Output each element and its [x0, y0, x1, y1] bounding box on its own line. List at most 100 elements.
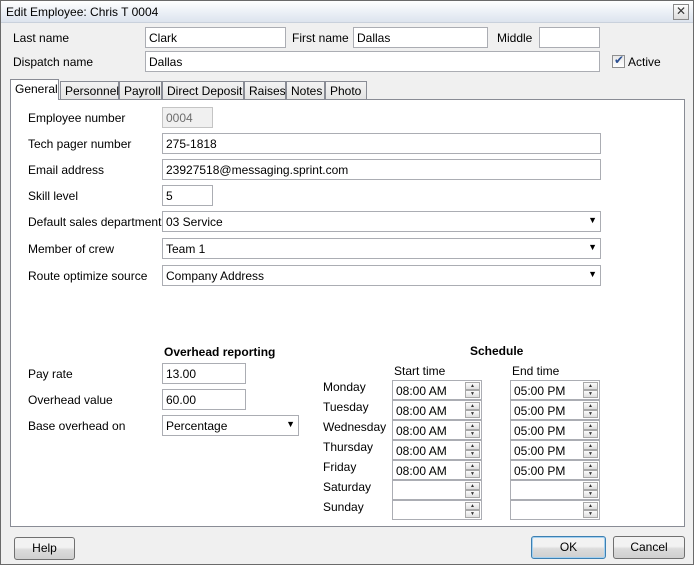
spin-buttons: ▲ ▼	[583, 442, 598, 458]
spin-buttons: ▲ ▼	[583, 422, 598, 438]
start-time-value: 08:00 AM	[396, 464, 447, 478]
spin-down-icon[interactable]: ▼	[465, 470, 480, 478]
spin-up-icon[interactable]: ▲	[583, 422, 598, 430]
chevron-down-icon: ▼	[588, 242, 597, 252]
pay-rate-input[interactable]: 13.00	[162, 363, 246, 384]
base-overhead-label: Base overhead on	[28, 419, 126, 433]
start-time-spinner[interactable]: 08:00 AM ▲ ▼	[392, 440, 482, 460]
spin-up-icon[interactable]: ▲	[465, 462, 480, 470]
spin-down-icon[interactable]: ▼	[583, 470, 598, 478]
spin-down-icon[interactable]: ▼	[465, 510, 480, 518]
spin-up-icon[interactable]: ▲	[583, 482, 598, 490]
skill-level-input[interactable]: 5	[162, 185, 213, 206]
crew-value: Team 1	[166, 242, 206, 256]
spin-up-icon[interactable]: ▲	[465, 482, 480, 490]
overhead-value-input[interactable]: 60.00	[162, 389, 246, 410]
last-name-input[interactable]: Clark	[145, 27, 286, 48]
tab-direct-deposit[interactable]: Direct Deposit	[162, 81, 244, 100]
start-time-spinner[interactable]: 08:00 AM ▲ ▼	[392, 380, 482, 400]
spin-buttons: ▲ ▼	[465, 382, 480, 398]
spin-up-icon[interactable]: ▲	[583, 382, 598, 390]
base-overhead-select[interactable]: Percentage ▼	[162, 415, 299, 436]
start-time-spinner[interactable]: ▲ ▼	[392, 500, 482, 520]
spin-down-icon[interactable]: ▼	[465, 450, 480, 458]
end-time-spinner[interactable]: 05:00 PM ▲ ▼	[510, 420, 600, 440]
title-bar: Edit Employee: Chris T 0004 ✕	[1, 1, 693, 23]
start-time-spinner[interactable]: ▲ ▼	[392, 480, 482, 500]
start-time-value: 08:00 AM	[396, 384, 447, 398]
spin-up-icon[interactable]: ▲	[583, 502, 598, 510]
active-label: Active	[628, 55, 661, 69]
spin-up-icon[interactable]: ▲	[465, 422, 480, 430]
tab-photo[interactable]: Photo	[325, 81, 367, 100]
spin-buttons: ▲ ▼	[465, 462, 480, 478]
spin-up-icon[interactable]: ▲	[465, 382, 480, 390]
end-time-value: 05:00 PM	[514, 384, 566, 398]
tab-personnel[interactable]: Personnel	[60, 81, 119, 100]
end-time-spinner[interactable]: 05:00 PM ▲ ▼	[510, 460, 600, 480]
tab-payroll[interactable]: Payroll	[119, 81, 162, 100]
spin-down-icon[interactable]: ▼	[465, 390, 480, 398]
employee-number-input: 0004	[162, 107, 213, 128]
spin-buttons: ▲ ▼	[465, 482, 480, 498]
schedule-day-label: Wednesday	[323, 420, 387, 434]
start-time-spinner[interactable]: 08:00 AM ▲ ▼	[392, 420, 482, 440]
dispatch-name-label: Dispatch name	[13, 55, 94, 69]
close-icon[interactable]: ✕	[673, 4, 689, 20]
schedule-day-label: Thursday	[323, 440, 374, 454]
pager-input[interactable]: 275-1818	[162, 133, 601, 154]
spin-down-icon[interactable]: ▼	[583, 490, 598, 498]
first-name-input[interactable]: Dallas	[353, 27, 488, 48]
spin-buttons: ▲ ▼	[465, 502, 480, 518]
ok-button[interactable]: OK	[531, 536, 606, 559]
pager-label: Tech pager number	[28, 137, 132, 151]
end-time-value: 05:00 PM	[514, 444, 566, 458]
spin-up-icon[interactable]: ▲	[465, 402, 480, 410]
spin-up-icon[interactable]: ▲	[465, 502, 480, 510]
start-time-value: 08:00 AM	[396, 404, 447, 418]
end-time-spinner[interactable]: 05:00 PM ▲ ▼	[510, 440, 600, 460]
spin-buttons: ▲ ▼	[583, 502, 598, 518]
spin-down-icon[interactable]: ▼	[465, 490, 480, 498]
sales-dept-select[interactable]: 03 Service ▼	[162, 211, 601, 232]
spin-up-icon[interactable]: ▲	[583, 442, 598, 450]
end-time-spinner[interactable]: 05:00 PM ▲ ▼	[510, 400, 600, 420]
crew-select[interactable]: Team 1 ▼	[162, 238, 601, 259]
spin-down-icon[interactable]: ▼	[583, 510, 598, 518]
tab-general[interactable]: General	[10, 79, 59, 100]
email-label: Email address	[28, 163, 105, 177]
spin-buttons: ▲ ▼	[583, 482, 598, 498]
base-overhead-value: Percentage	[166, 419, 228, 433]
help-button[interactable]: Help	[14, 537, 75, 560]
active-checkbox[interactable]: ✔	[612, 53, 625, 68]
tab-raises[interactable]: Raises	[244, 81, 286, 100]
spin-down-icon[interactable]: ▼	[465, 410, 480, 418]
spin-down-icon[interactable]: ▼	[583, 450, 598, 458]
dispatch-name-input[interactable]: Dallas	[145, 51, 600, 72]
spin-down-icon[interactable]: ▼	[583, 390, 598, 398]
last-name-label: Last name	[13, 31, 70, 45]
end-time-spinner[interactable]: ▲ ▼	[510, 480, 600, 500]
start-time-spinner[interactable]: 08:00 AM ▲ ▼	[392, 460, 482, 480]
start-time-value: 08:00 AM	[396, 444, 447, 458]
cancel-button[interactable]: Cancel	[613, 536, 685, 559]
start-time-spinner[interactable]: 08:00 AM ▲ ▼	[392, 400, 482, 420]
spin-down-icon[interactable]: ▼	[583, 430, 598, 438]
edit-employee-window: Edit Employee: Chris T 0004 ✕ Last name …	[0, 0, 694, 565]
pay-rate-label: Pay rate	[28, 367, 73, 381]
schedule-day-label: Friday	[323, 460, 357, 474]
spin-up-icon[interactable]: ▲	[465, 442, 480, 450]
email-input[interactable]: 23927518@messaging.sprint.com	[162, 159, 601, 180]
spin-up-icon[interactable]: ▲	[583, 462, 598, 470]
end-time-spinner[interactable]: 05:00 PM ▲ ▼	[510, 380, 600, 400]
middle-input[interactable]	[539, 27, 600, 48]
spin-down-icon[interactable]: ▼	[465, 430, 480, 438]
end-time-spinner[interactable]: ▲ ▼	[510, 500, 600, 520]
route-source-select[interactable]: Company Address ▼	[162, 265, 601, 286]
schedule-heading: Schedule	[470, 344, 524, 358]
schedule-day-label: Saturday	[323, 480, 372, 494]
tab-notes[interactable]: Notes	[286, 81, 325, 100]
spin-down-icon[interactable]: ▼	[583, 410, 598, 418]
spin-up-icon[interactable]: ▲	[583, 402, 598, 410]
schedule-day-label: Tuesday	[323, 400, 369, 414]
